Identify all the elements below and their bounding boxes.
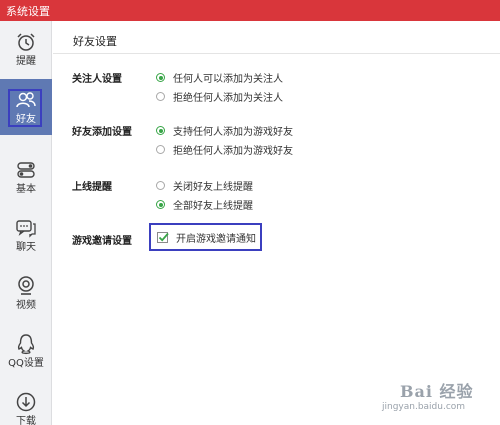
sidebar-item-remind[interactable]: 提醒 <box>0 21 52 77</box>
sidebar-item-friends[interactable]: 好友 <box>0 79 52 135</box>
option-label: 拒绝任何人添加为关注人 <box>173 93 283 104</box>
follow-setting-label: 关注人设置 <box>72 74 122 85</box>
radio-button[interactable] <box>156 200 165 209</box>
radio-button[interactable] <box>156 126 165 135</box>
online-remind-label: 上线提醒 <box>72 182 112 193</box>
watermark: Bai 经验 jingyan.baidu.com <box>376 376 500 425</box>
watermark-url: jingyan.baidu.com <box>382 402 466 412</box>
sidebar-item-label: QQ设置 <box>8 357 44 369</box>
divider <box>53 53 500 54</box>
checkbox-label: 开启游戏邀请通知 <box>176 233 256 245</box>
option-label: 拒绝任何人添加为游戏好友 <box>173 146 293 157</box>
option-label: 任何人可以添加为关注人 <box>173 74 283 85</box>
chat-bubble-icon <box>15 217 37 239</box>
alarm-clock-icon <box>15 31 37 53</box>
option-label: 支持任何人添加为游戏好友 <box>173 127 293 138</box>
toggle-icon <box>15 159 37 181</box>
online-remind-option-off[interactable]: 关闭好友上线提醒 <box>156 178 253 193</box>
sidebar-item-video[interactable]: 视频 <box>0 265 52 321</box>
highlight-box <box>8 89 42 127</box>
sidebar-item-label: 下载 <box>16 415 36 425</box>
settings-panel: 好友设置 关注人设置 任何人可以添加为关注人 拒绝任何人添加为关注人 好友添加设… <box>53 21 500 425</box>
sidebar-item-label: 视频 <box>16 299 36 311</box>
sidebar-item-label: 提醒 <box>16 55 36 67</box>
sidebar-item-chat[interactable]: 聊天 <box>0 207 52 263</box>
check-icon <box>158 232 169 242</box>
game-invite-label: 游戏邀请设置 <box>72 236 132 247</box>
webcam-icon <box>15 275 37 297</box>
download-icon <box>15 391 37 413</box>
radio-button[interactable] <box>156 73 165 82</box>
friend-add-setting-label: 好友添加设置 <box>72 127 132 138</box>
section-title: 好友设置 <box>73 35 117 48</box>
sidebar-item-download[interactable]: 下载 <box>0 381 52 425</box>
follow-option-allow[interactable]: 任何人可以添加为关注人 <box>156 70 283 85</box>
watermark-brand: Bai 经验 <box>400 382 474 401</box>
sidebar-item-label: 聊天 <box>16 241 36 253</box>
sidebar: 提醒 好友 基本 聊天 视频 QQ设置 下载 <box>0 21 52 425</box>
option-label: 关闭好友上线提醒 <box>173 182 253 193</box>
follow-option-reject[interactable]: 拒绝任何人添加为关注人 <box>156 89 283 104</box>
sidebar-item-qq[interactable]: QQ设置 <box>0 323 52 379</box>
qq-penguin-icon <box>15 333 37 355</box>
sidebar-item-basic[interactable]: 基本 <box>0 149 52 205</box>
friend-add-option-allow[interactable]: 支持任何人添加为游戏好友 <box>156 123 293 138</box>
radio-button[interactable] <box>156 145 165 154</box>
game-invite-checkbox[interactable] <box>157 231 169 243</box>
online-remind-option-all[interactable]: 全部好友上线提醒 <box>156 197 253 212</box>
game-invite-checkbox-option[interactable]: 开启游戏邀请通知 <box>149 223 262 251</box>
radio-button[interactable] <box>156 92 165 101</box>
title-bar: 系统设置 <box>0 0 500 21</box>
friend-add-option-reject[interactable]: 拒绝任何人添加为游戏好友 <box>156 142 293 157</box>
window-title: 系统设置 <box>6 5 50 18</box>
option-label: 全部好友上线提醒 <box>173 201 253 212</box>
radio-button[interactable] <box>156 181 165 190</box>
sidebar-item-label: 基本 <box>16 183 36 195</box>
